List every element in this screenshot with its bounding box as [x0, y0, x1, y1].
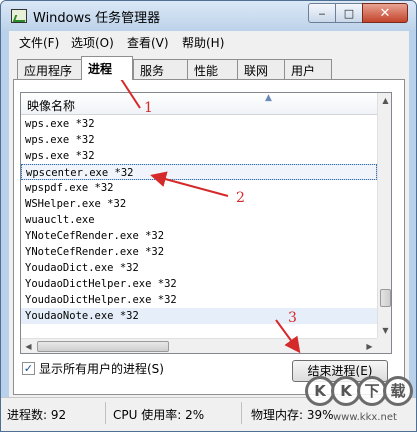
watermark-char: 载 — [383, 376, 413, 406]
client-area: 应用程序 进程 服务 性能 联网 用户 映像名称 ▲ wps.exe *32 wp… — [9, 53, 409, 397]
process-row[interactable]: YNoteCefRender.exe *32 — [21, 228, 377, 244]
minimize-button[interactable]: ‒ — [308, 3, 336, 23]
column-header-label: 映像名称 — [27, 99, 76, 113]
annotation-number-3: 3 — [288, 310, 297, 326]
processes-panel: 映像名称 ▲ wps.exe *32 wps.exe *32 wps.exe *32… — [13, 79, 405, 395]
horizontal-scrollbar[interactable]: ◀ ▶ — [21, 338, 377, 353]
tab-applications[interactable]: 应用程序 — [17, 59, 83, 79]
scrollbar-corner — [377, 338, 391, 353]
watermark-url: www.kkx.net — [333, 412, 397, 423]
show-all-users-label: 显示所有用户的进程(S) — [39, 361, 164, 376]
process-row[interactable]: wpspdf.exe *32 — [21, 180, 377, 196]
scroll-down-icon[interactable]: ▼ — [378, 323, 391, 338]
sort-ascending-icon: ▲ — [265, 93, 272, 103]
task-manager-icon — [11, 9, 27, 23]
window-title: Windows 任务管理器 — [33, 11, 161, 26]
kk-download-watermark: K K 下 载 www.kkx.net — [305, 376, 413, 426]
vertical-scrollbar[interactable]: ▲ ▼ — [377, 93, 391, 338]
annotation-number-1: 1 — [144, 100, 153, 116]
scroll-left-icon[interactable]: ◀ — [21, 339, 36, 353]
process-row[interactable]: WSHelper.exe *32 — [21, 196, 377, 212]
tab-performance[interactable]: 性能 — [187, 59, 239, 79]
process-row[interactable]: wps.exe *32 — [21, 116, 377, 132]
menu-bar: 文件(F) 选项(O) 查看(V) 帮助(H) — [9, 31, 409, 53]
process-row[interactable]: wpscenter.exe *32 — [21, 164, 377, 180]
process-row[interactable]: wps.exe *32 — [21, 148, 377, 164]
tab-processes[interactable]: 进程 — [81, 56, 133, 80]
status-divider — [241, 402, 242, 424]
column-header-image-name[interactable]: 映像名称 ▲ — [21, 93, 377, 115]
scroll-up-icon[interactable]: ▲ — [378, 93, 391, 108]
process-row[interactable]: YoudaoNote.exe *32 — [21, 308, 377, 324]
status-cpu-usage: CPU 使用率: 2% — [113, 408, 205, 422]
task-manager-window: Windows 任务管理器 ‒ □ ✕ 文件(F) 选项(O) 查看(V) 帮助… — [0, 0, 417, 432]
annotation-number-2: 2 — [236, 190, 245, 206]
status-divider — [105, 402, 106, 424]
menu-view[interactable]: 查看(V) — [127, 34, 169, 51]
process-row[interactable]: YoudaoDictHelper.exe *32 — [21, 292, 377, 308]
process-row[interactable]: wuauclt.exe — [21, 212, 377, 228]
tab-services[interactable]: 服务 — [133, 59, 189, 79]
horizontal-scroll-thumb[interactable] — [37, 341, 169, 352]
process-list[interactable]: 映像名称 ▲ wps.exe *32 wps.exe *32 wps.exe *32… — [20, 92, 392, 354]
status-process-count: 进程数: 92 — [7, 408, 67, 422]
process-rows: wps.exe *32 wps.exe *32 wps.exe *32 wpscent… — [21, 116, 377, 324]
process-row[interactable]: wps.exe *32 — [21, 132, 377, 148]
process-row[interactable]: YoudaoDict.exe *32 — [21, 260, 377, 276]
menu-options[interactable]: 选项(O) — [71, 34, 114, 51]
tab-users[interactable]: 用户 — [284, 59, 332, 79]
menu-help[interactable]: 帮助(H) — [182, 34, 224, 51]
title-bar[interactable]: Windows 任务管理器 ‒ □ ✕ — [1, 1, 416, 31]
scroll-right-icon[interactable]: ▶ — [362, 339, 377, 353]
show-all-users-checkbox[interactable]: ✓ — [22, 361, 35, 375]
show-all-users-option[interactable]: ✓ 显示所有用户的进程(S) — [22, 360, 164, 376]
maximize-button[interactable]: □ — [335, 3, 363, 23]
menu-file[interactable]: 文件(F) — [19, 34, 59, 51]
vertical-scroll-thumb[interactable] — [380, 289, 391, 308]
process-row[interactable]: YNoteCefRender.exe *32 — [21, 244, 377, 260]
tab-networking[interactable]: 联网 — [237, 59, 285, 79]
process-row[interactable]: YoudaoDictHelper.exe *32 — [21, 276, 377, 292]
close-button[interactable]: ✕ — [362, 3, 408, 23]
